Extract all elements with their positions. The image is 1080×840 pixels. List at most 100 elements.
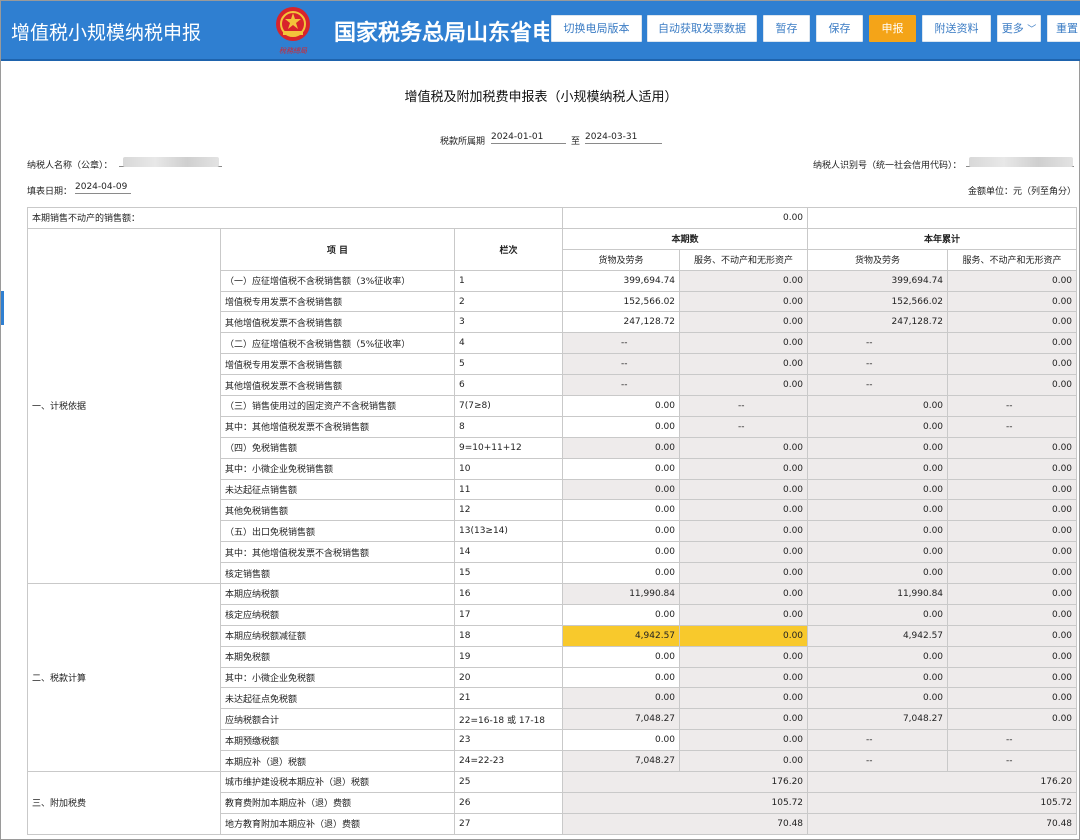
switch-version-button[interactable]: 切换电局版本 [551, 15, 642, 42]
cell-ytd-goods: 0.00 [807, 395, 949, 417]
row-line-number: 20 [453, 666, 564, 689]
cell-ytd-services: 0.00 [947, 290, 1078, 313]
row-item-label: 其中：小微企业免税额 [220, 666, 455, 689]
cell-current-services: 0.00 [679, 666, 809, 689]
top-row-value[interactable]: 0.00 [562, 207, 809, 229]
cell-ytd-services: 0.00 [947, 687, 1078, 710]
cell-current-goods: 7,048.27 [562, 708, 681, 731]
cell-ytd-goods: 152,566.02 [807, 290, 949, 313]
declare-button[interactable]: 申报 [869, 15, 916, 42]
row-item-label: 本期免税额 [220, 645, 455, 668]
cell-ytd-services: 0.00 [947, 269, 1078, 292]
cell-current-goods[interactable]: 0.00 [562, 729, 681, 752]
cell-current-goods: 0.00 [562, 687, 681, 710]
chevron-down-icon: ﹀ [1027, 25, 1037, 35]
col-item-header: 项 目 [220, 227, 455, 271]
cell-current-services: 0.00 [679, 603, 809, 626]
cell-current-goods[interactable]: 0.00 [562, 415, 681, 438]
left-scroll-marker [1, 291, 4, 325]
cell-ytd-services: 0.00 [947, 332, 1078, 355]
cell-current-goods[interactable]: 0.00 [562, 541, 681, 564]
cell-ytd-total: 176.20 [807, 771, 1078, 793]
window-frame: 增值税小规模纳税申报 稅務總局 国家税务总局山东省电子税务局 切换电局版本 自动… [0, 0, 1080, 840]
cell-current-goods[interactable]: 0.00 [562, 562, 681, 585]
cell-current-services: -- [679, 395, 809, 417]
cell-current-goods: 0.00 [562, 478, 681, 501]
national-emblem-icon: 稅務總局 [276, 7, 310, 55]
cell-ytd-goods: 11,990.84 [807, 583, 949, 605]
col-current-services: 服务、不动产和无形资产 [679, 248, 809, 271]
row-line-number: 5 [453, 353, 564, 376]
top-row-label: 本期销售不动产的销售额： [26, 207, 564, 229]
section-1-label: 一、计税依据 [27, 227, 221, 585]
cell-current-goods[interactable]: 0.00 [562, 645, 681, 668]
cell-current-goods[interactable]: 152,566.02 [562, 290, 681, 313]
cell-ytd-goods: -- [807, 374, 949, 397]
attachments-button[interactable]: 附送资料 [922, 15, 991, 42]
row-line-number: 15 [453, 562, 564, 585]
cell-current-goods[interactable]: 0.00 [562, 457, 681, 480]
period-to-label: 至 [571, 137, 581, 147]
row-line-number: 18 [453, 624, 564, 647]
row-line-number: 4 [453, 332, 564, 355]
col-current-goods: 货物及劳务 [562, 248, 681, 271]
cell-ytd-services: 0.00 [947, 353, 1078, 376]
cell-ytd-services: 0.00 [947, 374, 1078, 397]
cell-current-services: 0.00 [679, 436, 809, 459]
row-line-number: 23 [453, 729, 564, 752]
cell-ytd-services: 0.00 [947, 666, 1078, 689]
declaration-table: 本期销售不动产的销售额： 0.00 一、计税依据 项 目 栏次 本期数 本年累计… [26, 207, 1078, 835]
auto-fetch-invoice-button[interactable]: 自动获取发票数据 [647, 15, 757, 42]
cell-current-services: 0.00 [679, 290, 809, 313]
row-item-label: （二）应征增值税不含税销售额（5%征收率） [220, 332, 455, 355]
temp-save-button[interactable]: 暂存 [763, 15, 810, 42]
cell-ytd-total: 70.48 [807, 812, 1078, 835]
cell-ytd-goods: 0.00 [807, 520, 949, 543]
top-bar: 增值税小规模纳税申报 稅務總局 国家税务总局山东省电子税务局 切换电局版本 自动… [1, 1, 1080, 61]
cell-ytd-goods: 0.00 [807, 478, 949, 501]
cell-ytd-goods: 0.00 [807, 603, 949, 626]
row-item-label: 其他增值税发票不含税销售额 [220, 374, 455, 397]
cell-ytd-goods: 0.00 [807, 666, 949, 689]
period-to-field[interactable]: 2024-03-31 [585, 132, 662, 144]
cell-ytd-services: 0.00 [947, 457, 1078, 480]
reset-button[interactable]: 重置 [1047, 15, 1080, 42]
more-button[interactable]: 更多 ﹀ [997, 15, 1041, 42]
row-item-label: 其中：小微企业免税销售额 [220, 457, 455, 480]
bureau-name: 国家税务总局山东省电子税务局 [334, 21, 549, 46]
period-from-field[interactable]: 2024-01-01 [491, 132, 566, 144]
row-item-label: 未达起征点销售额 [220, 478, 455, 501]
cell-current-services: 0.00 [679, 687, 809, 710]
col-ytd-header: 本年累计 [807, 227, 1078, 250]
app-title: 增值税小规模纳税申报 [11, 22, 202, 44]
cell-current-total: 176.20 [562, 771, 809, 793]
fill-date-field[interactable]: 2024-04-09 [75, 182, 131, 194]
row-line-number: 16 [453, 583, 564, 605]
cell-current-services[interactable]: 0.00 [679, 624, 809, 647]
row-line-number: 26 [453, 791, 564, 814]
cell-current-goods[interactable]: 0.00 [562, 499, 681, 522]
cell-current-goods[interactable]: 0.00 [562, 395, 681, 417]
row-item-label: 本期应纳税额减征额 [220, 624, 455, 647]
cell-current-services: 0.00 [679, 541, 809, 564]
cell-ytd-goods: -- [807, 750, 949, 773]
cell-ytd-services: 0.00 [947, 562, 1078, 585]
cell-current-goods[interactable]: 399,694.74 [562, 269, 681, 292]
cell-current-goods[interactable]: 0.00 [562, 666, 681, 689]
cell-current-goods[interactable]: 0.00 [562, 520, 681, 543]
cell-current-goods[interactable]: 247,128.72 [562, 311, 681, 334]
cell-current-services: 0.00 [679, 311, 809, 334]
cell-ytd-services: 0.00 [947, 541, 1078, 564]
cell-current-goods: 11,990.84 [562, 583, 681, 605]
cell-current-goods: -- [562, 353, 681, 376]
cell-current-services: 0.00 [679, 332, 809, 355]
cell-current-goods[interactable]: 4,942.57 [562, 624, 681, 647]
cell-current-goods[interactable]: 0.00 [562, 603, 681, 626]
cell-current-services: 0.00 [679, 353, 809, 376]
taxpayer-name-label: 纳税人名称（公章）： [27, 161, 113, 171]
cell-current-services: 0.00 [679, 374, 809, 397]
col-line-header: 栏次 [453, 227, 564, 271]
row-line-number: 7(7≥8) [453, 395, 564, 417]
col-current-header: 本期数 [562, 227, 809, 250]
save-button[interactable]: 保存 [816, 15, 863, 42]
